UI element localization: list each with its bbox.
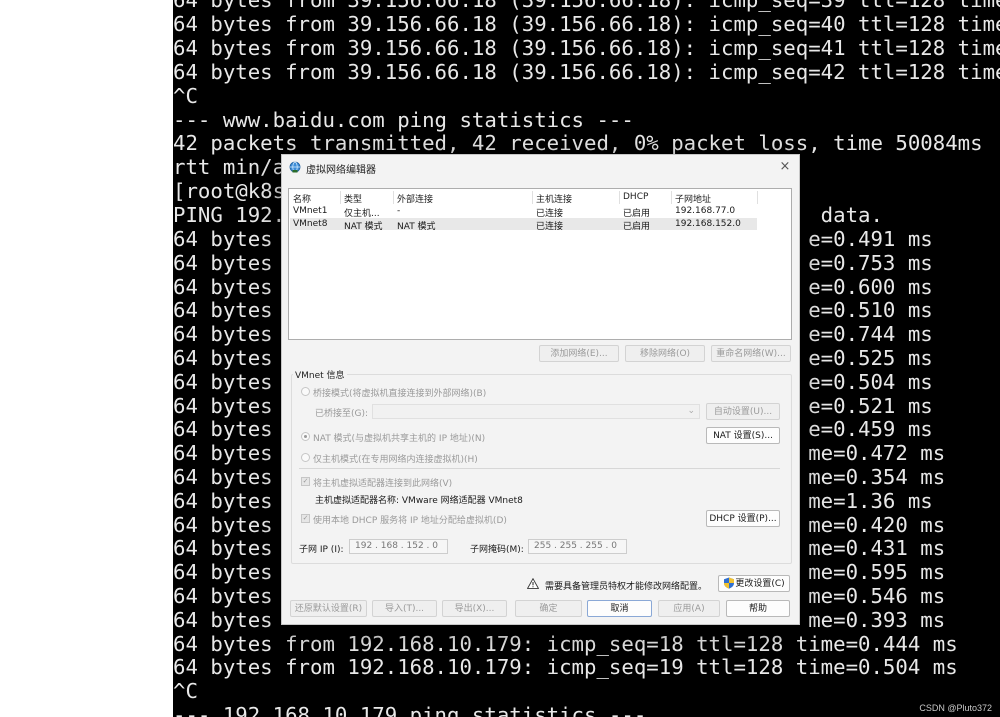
- divider: [299, 468, 780, 469]
- column-separator: [619, 191, 620, 204]
- chevron-down-icon: ⌄: [687, 406, 695, 416]
- column-separator: [757, 191, 758, 204]
- table-cell: 192.168.152.0: [675, 219, 741, 229]
- connect-adapter-checkbox[interactable]: ✓: [301, 477, 310, 486]
- table-cell: VMnet8: [293, 219, 328, 229]
- table-cell: 192.168.77.0: [675, 206, 736, 216]
- watermark: CSDN @Pluto372: [919, 703, 992, 713]
- terminal-line: 64 bytes from 39.156.66.18 (39.156.66.18…: [173, 12, 1000, 36]
- use-dhcp-label[interactable]: 使用本地 DHCP 服务将 IP 地址分配给虚拟机(D): [313, 513, 507, 526]
- export-button[interactable]: 导出(X)...: [442, 600, 507, 617]
- terminal-line: 42 packets transmitted, 42 received, 0% …: [173, 131, 983, 155]
- nat-mode-radio[interactable]: [301, 432, 310, 441]
- table-cell: 已连接: [536, 222, 564, 232]
- admin-notice-text: 需要具备管理员特权才能修改网络配置。: [545, 582, 708, 592]
- adapter-name-text: 主机虚拟适配器名称: VMware 网络适配器 VMnet8: [315, 496, 523, 506]
- restore-defaults-button[interactable]: 还原默认设置(R): [290, 600, 367, 617]
- table-cell: NAT 模式: [397, 222, 436, 232]
- terminal-line: --- www.baidu.com ping statistics ---: [173, 108, 634, 132]
- column-header-subnet[interactable]: 子网地址: [675, 192, 711, 205]
- subnet-mask-label: 子网掩码(M):: [470, 545, 524, 555]
- terminal-line: 64 bytes from 192.168.10.179: icmp_seq=1…: [173, 632, 958, 656]
- add-network-button[interactable]: 添加网络(E)...: [539, 345, 619, 362]
- host-only-label[interactable]: 仅主机模式(在专用网络内连接虚拟机)(H): [313, 452, 478, 465]
- connect-adapter-label[interactable]: 将主机虚拟适配器连接到此网络(V): [313, 476, 452, 489]
- subnet-ip-label: 子网 IP (I):: [299, 545, 344, 555]
- subnet-mask-input[interactable]: 255 . 255 . 255 . 0: [528, 539, 627, 554]
- close-button[interactable]: ×: [777, 159, 793, 175]
- dialog-title: 虚拟网络编辑器: [306, 165, 376, 176]
- column-separator: [393, 191, 394, 204]
- title-bar[interactable]: 虚拟网络编辑器 ×: [282, 155, 799, 180]
- cancel-button[interactable]: 取消: [587, 600, 652, 617]
- table-row-selected[interactable]: VMnet8 NAT 模式 NAT 模式 已连接 已启用 192.168.152…: [290, 218, 757, 232]
- admin-shield-icon: [724, 577, 734, 589]
- nat-settings-button[interactable]: NAT 设置(S)...: [706, 427, 780, 444]
- column-separator: [671, 191, 672, 204]
- desktop-background: [0, 0, 173, 717]
- table-cell: 已启用: [623, 222, 651, 232]
- vmnet-info-label: VMnet 信息: [293, 368, 347, 381]
- column-header-name[interactable]: 名称: [293, 192, 311, 205]
- use-dhcp-checkbox[interactable]: ✓: [301, 514, 310, 523]
- virtual-network-editor-dialog: 虚拟网络编辑器 × 名称 类型 外部连接 主机连接 DHCP 子网地址 VMne…: [281, 154, 800, 625]
- help-button[interactable]: 帮助: [726, 600, 790, 617]
- auto-settings-button[interactable]: 自动设置(U)...: [706, 403, 780, 420]
- terminal-line: ^C: [173, 679, 198, 703]
- rename-network-button[interactable]: 重命名网络(W)...: [711, 345, 791, 362]
- terminal-line: 64 bytes from 39.156.66.18 (39.156.66.18…: [173, 36, 1000, 60]
- ok-button[interactable]: 确定: [515, 600, 582, 617]
- terminal-line: 64 bytes from 39.156.66.18 (39.156.66.18…: [173, 0, 1000, 12]
- terminal-line: 64 bytes from 39.156.66.18 (39.156.66.18…: [173, 60, 1000, 84]
- subnet-ip-input[interactable]: 192 . 168 . 152 . 0: [349, 539, 448, 554]
- table-cell: VMnet1: [293, 206, 328, 216]
- bridged-mode-radio[interactable]: [301, 387, 310, 396]
- bridged-mode-label[interactable]: 桥接模式(将虚拟机直接连接到外部网络)(B): [313, 386, 486, 399]
- network-globe-icon: [289, 161, 301, 173]
- column-header-host[interactable]: 主机连接: [536, 192, 572, 205]
- network-table[interactable]: 名称 类型 外部连接 主机连接 DHCP 子网地址 VMnet1 仅主机... …: [288, 188, 792, 340]
- column-header-dhcp[interactable]: DHCP: [623, 192, 648, 202]
- terminal-line: 64 bytes from 192.168.10.179: icmp_seq=1…: [173, 655, 958, 679]
- terminal-line: rtt min/a: [173, 155, 286, 179]
- apply-button[interactable]: 应用(A): [658, 600, 720, 617]
- host-only-radio[interactable]: [301, 453, 310, 462]
- terminal-line: --- 192.168.10.179 ping statistics ---: [173, 703, 647, 717]
- terminal-line: [root@k8s: [173, 179, 286, 203]
- remove-network-button[interactable]: 移除网络(O): [625, 345, 705, 362]
- import-button[interactable]: 导入(T)...: [372, 600, 437, 617]
- table-cell: -: [397, 206, 401, 216]
- warning-icon: [527, 578, 539, 589]
- bridged-to-select[interactable]: ⌄: [372, 404, 700, 419]
- column-header-type[interactable]: 类型: [344, 192, 362, 205]
- table-cell: NAT 模式: [344, 222, 383, 232]
- nat-mode-label[interactable]: NAT 模式(与虚拟机共享主机的 IP 地址)(N): [313, 431, 485, 444]
- terminal-line: ^C: [173, 84, 198, 108]
- column-header-external[interactable]: 外部连接: [397, 192, 433, 205]
- change-settings-label: 更改设置(C): [735, 579, 785, 589]
- dhcp-settings-button[interactable]: DHCP 设置(P)...: [706, 510, 780, 527]
- column-separator: [532, 191, 533, 204]
- column-separator: [340, 191, 341, 204]
- bridged-to-label: 已桥接至(G):: [315, 409, 369, 419]
- table-row[interactable]: VMnet1 仅主机... - 已连接 已启用 192.168.77.0: [290, 205, 757, 219]
